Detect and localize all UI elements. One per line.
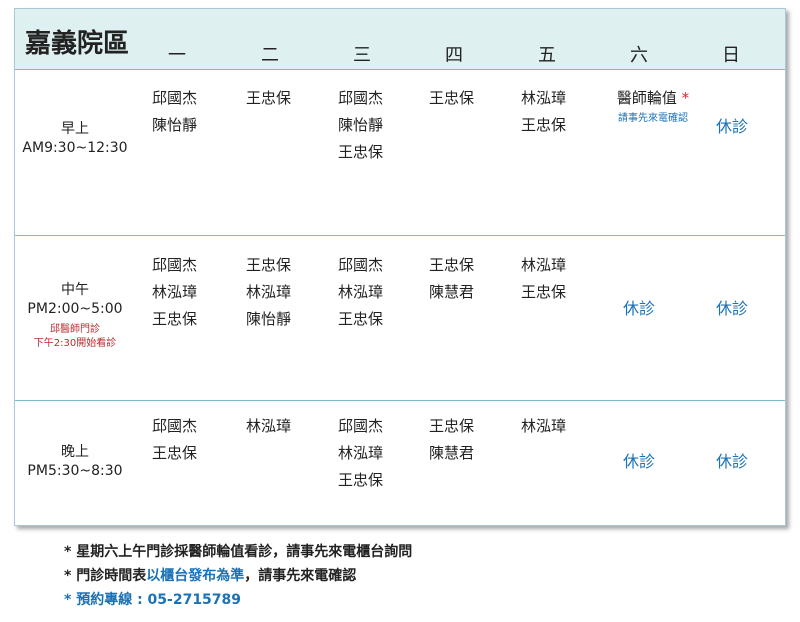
doctor-name: 陳怡靜 [152,116,198,134]
doctor-name: 林泓璋 [521,256,567,274]
note-saturday: * 星期六上午門診採醫師輪值看診，請事先來電櫃台詢問 [64,544,413,560]
slot-time: AM9:30~12:30 [22,140,128,156]
slot-time: PM2:00~5:00 [27,301,123,317]
doctor-name: 王忠保 [429,89,475,107]
slot-morning: 早上 AM9:30~12:30 [15,120,135,158]
doctor-name: 邱國杰 [338,89,384,107]
doctor-name: 邱國杰 [152,256,198,274]
doctor-name: 王忠保 [338,143,384,161]
day-header-sat: 六 [630,45,648,66]
doctor-name: 林泓璋 [338,444,384,462]
doctor-name: 林泓璋 [246,283,292,301]
cell-morning-fri: 林泓璋 王忠保 [521,85,601,139]
cell-evening-thu: 王忠保 陳慧君 [429,413,509,467]
doctor-name: 林泓璋 [521,89,567,107]
doctor-name: 邱國杰 [338,256,384,274]
doctor-name: 邱國杰 [152,417,198,435]
doctor-name: 王忠保 [429,256,475,274]
schedule-header: 嘉義院區 一 二 三 四 五 六 日 [15,9,785,70]
booking-phone-link[interactable]: * 預約專線 : 05-2715789 [64,588,412,612]
slot-evening: 晚上 PM5:30~8:30 [15,443,135,481]
doctor-name: 邱國杰 [338,417,384,435]
closed-label: 休診 [623,452,656,471]
closed-label: 休診 [716,299,749,318]
asterisk-icon: * [681,89,690,107]
rotation-note: 請事先來電確認 [618,113,688,124]
day-header-thu: 四 [445,45,463,66]
footnotes: * 星期六上午門診採醫師輪值看診，請事先來電櫃台詢問 * 門診時間表以櫃台發布為… [64,540,412,612]
cell-afternoon-fri: 林泓璋 王忠保 [521,252,601,306]
cell-morning-mon: 邱國杰 陳怡靜 [152,85,232,139]
doctor-name: 王忠保 [338,310,384,328]
doctor-name: 陳慧君 [429,444,475,462]
slot-afternoon: 中午 PM2:00~5:00 邱醫師門診 下午2:30開始看診 [15,281,135,351]
doctor-name: 王忠保 [246,89,292,107]
doctor-name: 陳慧君 [429,283,475,301]
day-header-tue: 二 [261,45,279,66]
day-header-fri: 五 [538,45,556,66]
doctor-name: 王忠保 [338,471,384,489]
cell-morning-tue: 王忠保 [246,85,326,112]
closed-label: 休診 [716,452,749,471]
doctor-name: 王忠保 [429,417,475,435]
cell-morning-wed: 邱國杰 陳怡靜 王忠保 [338,85,418,166]
doctor-name: 王忠保 [521,116,567,134]
slot-name: 中午 [61,282,89,298]
slot-time: PM5:30~8:30 [27,463,123,479]
slot-name: 晚上 [61,444,89,460]
cell-afternoon-mon: 邱國杰 林泓璋 王忠保 [152,252,232,333]
cell-evening-wed: 邱國杰 林泓璋 王忠保 [338,413,418,494]
cell-afternoon-wed: 邱國杰 林泓璋 王忠保 [338,252,418,333]
day-header-sun: 日 [722,45,740,66]
doctor-name: 林泓璋 [338,283,384,301]
doctor-name: 邱國杰 [152,89,198,107]
closed-label: 休診 [716,117,749,136]
doctor-name: 陳怡靜 [338,116,384,134]
slot-note: 邱醫師門診 下午2:30開始看診 [33,324,117,349]
cell-evening-tue: 林泓璋 [246,413,326,440]
closed-label: 休診 [623,299,656,318]
row-morning: 早上 AM9:30~12:30 邱國杰 陳怡靜 王忠保 邱國杰 陳怡靜 王忠保 … [15,70,785,236]
doctor-name: 王忠保 [246,256,292,274]
cell-afternoon-thu: 王忠保 陳慧君 [429,252,509,306]
cell-evening-fri: 林泓璋 [521,413,601,440]
cell-morning-sat: 醫師輪值 * 請事先來電確認 [603,85,703,126]
note-highlight: 以櫃台發布為準 [146,568,245,584]
day-header-mon: 一 [168,45,186,66]
slot-name: 早上 [61,121,89,137]
day-header-wed: 三 [353,45,371,66]
cell-morning-thu: 王忠保 [429,85,509,112]
doctor-name: 王忠保 [152,444,198,462]
schedule-card: 嘉義院區 一 二 三 四 五 六 日 早上 AM9:30~12:30 邱國杰 陳… [14,8,786,526]
row-evening: 晚上 PM5:30~8:30 邱國杰 王忠保 林泓璋 邱國杰 林泓璋 王忠保 王… [15,401,785,525]
row-afternoon: 中午 PM2:00~5:00 邱醫師門診 下午2:30開始看診 邱國杰 林泓璋 … [15,236,785,401]
note-schedule: * 門診時間表以櫃台發布為準，請事先來電確認 [64,568,357,584]
cell-afternoon-tue: 王忠保 林泓璋 陳怡靜 [246,252,326,333]
doctor-name: 林泓璋 [152,283,198,301]
doctor-name: 林泓璋 [246,417,292,435]
doctor-name: 陳怡靜 [246,310,292,328]
cell-evening-mon: 邱國杰 王忠保 [152,413,232,467]
doctor-name: 王忠保 [521,283,567,301]
branch-title: 嘉義院區 [25,29,130,59]
doctor-name: 王忠保 [152,310,198,328]
rotation-label: 醫師輪值 [616,89,677,107]
doctor-name: 林泓璋 [521,417,567,435]
